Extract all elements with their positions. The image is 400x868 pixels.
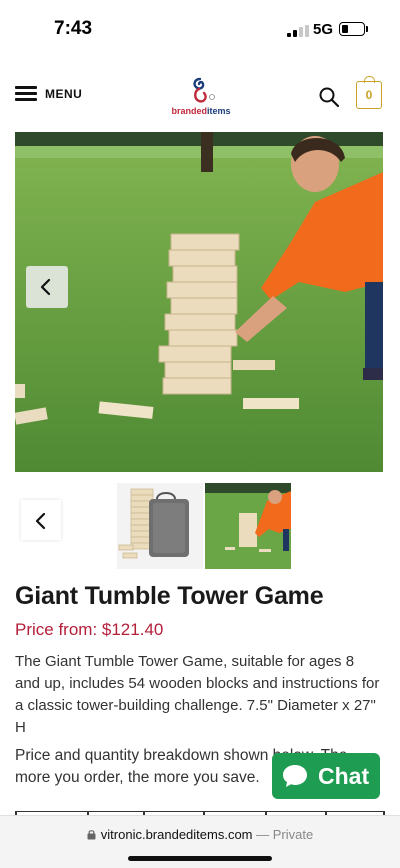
chat-label: Chat <box>318 762 370 789</box>
chevron-left-icon <box>40 278 51 296</box>
cart-button[interactable]: 0 <box>356 76 382 109</box>
chat-bubble-icon <box>283 765 307 787</box>
chevron-left-icon <box>35 512 46 530</box>
thumbnail-bag[interactable] <box>117 483 203 569</box>
menu-button[interactable]: MENU <box>15 86 82 101</box>
product-description: The Giant Tumble Tower Game, suitable fo… <box>15 653 380 736</box>
search-button[interactable] <box>318 86 340 108</box>
url-display[interactable]: vitronic.brandeditems.com — Private <box>0 827 400 842</box>
home-indicator <box>128 856 272 861</box>
status-bar: 7:43 5G <box>0 0 400 58</box>
menu-label: MENU <box>45 86 83 101</box>
thumbnail-prev-button[interactable] <box>21 500 61 540</box>
cell-signal-icon <box>287 25 309 37</box>
private-label: — Private <box>256 827 314 842</box>
product-price: Price from: $121.40 <box>15 620 164 639</box>
chat-button[interactable]: Chat <box>272 753 380 799</box>
tumble-tower-photo <box>15 132 383 472</box>
battery-icon <box>339 22 368 36</box>
thumbnail-lawn[interactable] <box>205 483 291 569</box>
network-type: 5G <box>313 21 334 38</box>
site-header: MENU brandeditems 0 <box>0 58 400 132</box>
hero-prev-button[interactable] <box>26 266 68 308</box>
site-logo[interactable]: brandeditems <box>168 75 234 119</box>
url-text: vitronic.brandeditems.com <box>100 827 253 842</box>
hamburger-icon <box>15 86 37 101</box>
product-title: Giant Tumble Tower Game <box>15 582 324 610</box>
logo-mark-icon <box>193 77 215 103</box>
thumbnail-strip <box>15 483 383 569</box>
tower-and-bag-photo <box>118 488 189 559</box>
lock-icon <box>87 830 96 840</box>
search-icon <box>319 87 340 108</box>
browser-address-bar[interactable]: vitronic.brandeditems.com — Private <box>0 815 400 868</box>
logo-text: brandeditems <box>171 106 231 116</box>
status-time: 7:43 <box>54 18 93 39</box>
product-main-image[interactable] <box>15 132 383 472</box>
cart-icon <box>364 76 375 83</box>
tower-lawn-photo <box>205 483 291 569</box>
cart-count: 0 <box>365 88 373 102</box>
